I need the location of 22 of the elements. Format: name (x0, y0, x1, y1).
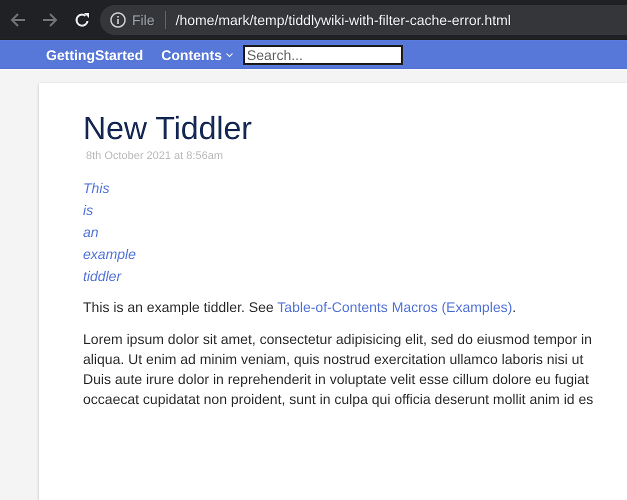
tiddler-title: New Tiddler (83, 109, 253, 148)
paragraph-line: occaecat cupidatat non proident, sunt in culpa qui officia deserunt mollit anim id es (83, 390, 594, 410)
tiddler-date: 8th October 2021 at 8:56am (86, 150, 224, 162)
nav-dropdown[interactable]: Contents (161, 46, 233, 62)
word-link[interactable]: This (83, 177, 110, 200)
word-link[interactable]: example (83, 243, 136, 266)
toc-link[interactable]: Table-of-Contents Macros (Examples) (277, 299, 512, 316)
paragraph-line: aliqua. Ut enim ad minim veniam, quis nostrud exercitation ullamco laboris nisi ut (83, 350, 584, 370)
word-link[interactable]: tiddler (83, 265, 122, 288)
address-bar[interactable]: File /home/mark/temp/tiddlywiki-with-filter-cache-error.html (100, 5, 627, 35)
paragraph-line: Lorem ipsum dolor sit amet, consectetur adipisicing elit, sed do eiusmod tempor in (83, 330, 593, 350)
word-link[interactable]: an (83, 221, 99, 244)
url-text: /home/mark/temp/tiddlywiki-with-filter-cache-error.html (176, 12, 511, 28)
intro-paragraph: This is an example tiddler. See Table-of-Contents Macros (Examples). (83, 299, 518, 316)
search-field[interactable]: Search... (242, 44, 403, 64)
security-label: File (132, 12, 155, 28)
info-icon[interactable] (110, 12, 126, 28)
reload-icon[interactable] (74, 12, 90, 28)
paragraph-line: Duis aute irure dolor in reprehenderit in voluptate velit esse cillum dolore eu fugiat (83, 370, 590, 390)
caret-icon (226, 53, 233, 58)
word-link[interactable]: is (83, 199, 94, 222)
nav-link[interactable]: GettingStarted (46, 46, 144, 62)
